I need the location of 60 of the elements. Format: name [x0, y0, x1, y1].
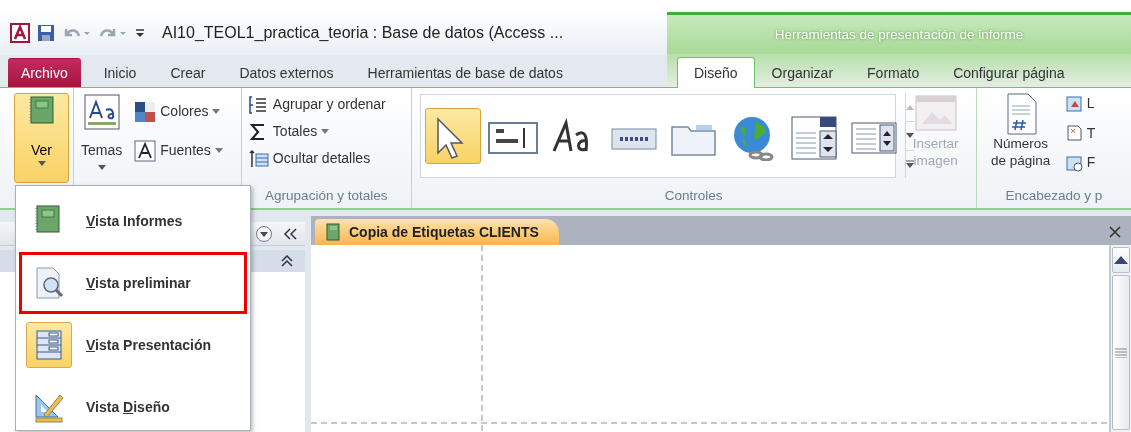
caret-icon	[212, 109, 221, 114]
collapse-group-icon	[281, 255, 293, 267]
font-letter-icon	[134, 139, 157, 162]
view-menu-item[interactable]: Vista Informes	[19, 190, 247, 252]
ribbon-command[interactable]: Ocultar detalles	[245, 146, 407, 171]
view-button[interactable]: Ver	[14, 93, 69, 183]
ribbon-command[interactable]: L	[1064, 92, 1096, 115]
ribbon-tab[interactable]: Configurar página	[936, 58, 1082, 87]
ribbon-tab[interactable]: Diseño	[677, 57, 755, 88]
scroll-down-icon	[905, 133, 914, 139]
hide-details-icon	[248, 148, 269, 169]
magnifier-page-icon	[34, 267, 64, 299]
close-icon	[1109, 226, 1121, 239]
ribbon-command[interactable]: Totales	[245, 119, 407, 144]
calendar-clock-icon	[1064, 153, 1083, 172]
more-icon	[905, 160, 914, 169]
colors-button[interactable]: Colores	[131, 98, 226, 125]
ribbon-tab[interactable]: Organizar	[754, 58, 851, 87]
group-label: Controles	[663, 187, 724, 205]
view-menu-item[interactable]: Vista Presentación	[19, 314, 247, 376]
ribbon-tab[interactable]: Herramientas de base de datos	[350, 58, 580, 87]
themes-button[interactable]: Temas	[78, 92, 126, 186]
fonts-button[interactable]: Fuentes	[131, 137, 226, 164]
ribbon-tab[interactable]: Inicio	[86, 58, 154, 87]
collapse-pane-icon[interactable]	[283, 227, 297, 240]
page-icon	[1064, 124, 1083, 142]
caret-icon	[97, 165, 106, 170]
ribbon-command[interactable]: Agrupar y ordenar	[245, 92, 407, 117]
view-menu-item[interactable]: Vista preliminar	[19, 252, 247, 314]
grip-icon	[1115, 347, 1127, 358]
dropdown-circle-icon[interactable]	[255, 224, 273, 243]
caret-icon	[37, 161, 46, 166]
group-sort-icon	[248, 94, 269, 115]
ribbon-tab[interactable]: Datos externos	[222, 58, 351, 87]
layout-form-icon	[34, 329, 64, 361]
ribbon-command[interactable]: F	[1064, 151, 1096, 174]
gallery-scroll[interactable]	[904, 94, 914, 178]
save-icon[interactable]	[36, 22, 56, 43]
picture-icon	[1064, 94, 1083, 113]
report-icon	[325, 223, 341, 241]
app-logo-icon	[10, 22, 30, 43]
scroll-up-icon	[1114, 256, 1128, 264]
contextual-tab-title: Herramientas de presentación de informe	[774, 25, 1024, 44]
themes-icon	[83, 94, 120, 130]
ribbon-tab[interactable]: Formato	[850, 58, 937, 87]
group-label: Agrupación y totales	[264, 187, 389, 205]
caret-icon	[214, 148, 223, 153]
ribbon-tab[interactable]: Archivo	[8, 58, 81, 87]
window-title: AI10_TEOL1_practica_teoria : Base de datos (Access ...	[162, 22, 564, 43]
ribbon-tab[interactable]: Crear	[153, 58, 223, 87]
color-swatch-icon	[134, 100, 157, 123]
page-numbers-button[interactable]: Números de página	[980, 92, 1061, 186]
report-icon	[27, 96, 56, 126]
view-menu-item[interactable]: Vista Diseño	[19, 376, 247, 430]
vertical-scrollbar[interactable]	[1110, 245, 1131, 432]
document-tab[interactable]: Copia de Etiquetas CLIENTS	[315, 219, 559, 245]
group-label: Encabezado y p	[1004, 187, 1104, 205]
ribbon-command[interactable]: T	[1064, 121, 1096, 145]
scroll-up-icon	[905, 105, 914, 111]
caret-icon	[321, 129, 330, 134]
